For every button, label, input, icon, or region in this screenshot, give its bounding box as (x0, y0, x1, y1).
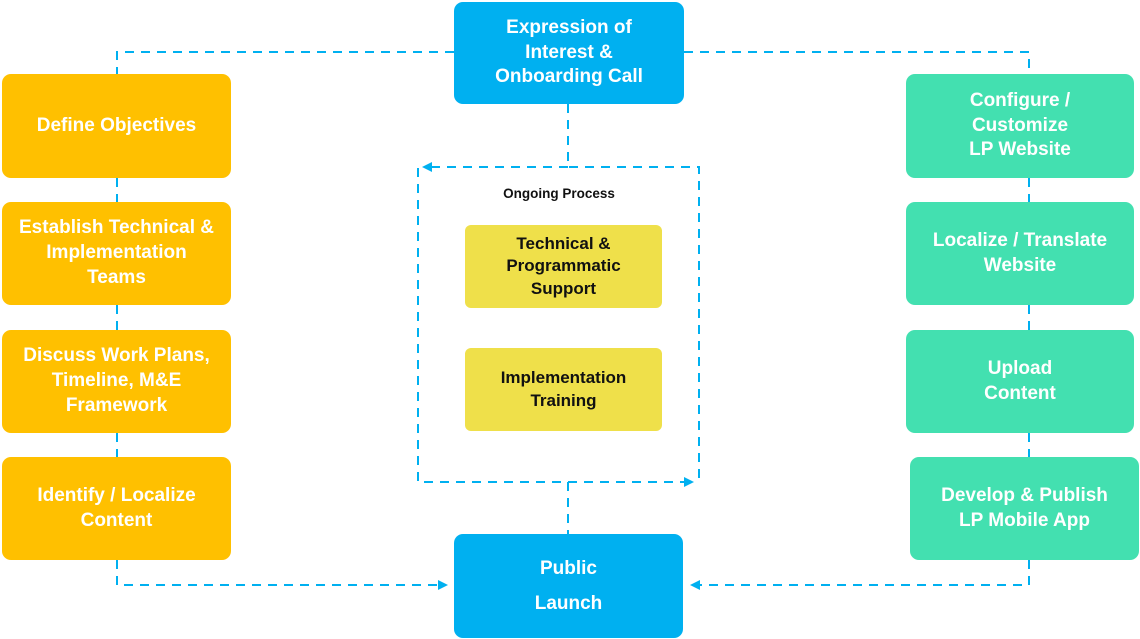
ongoing-item-implementation-training: Implementation Training (465, 348, 662, 431)
left-step-2: Establish Technical & Implementation Tea… (2, 202, 231, 305)
connector-right-to-launch (690, 560, 1030, 590)
connector-ongoing-left-side (417, 168, 694, 487)
left-step-label: Define Objectives (36, 114, 197, 136)
left-step-3: Discuss Work Plans, Timeline, M&E Framew… (2, 330, 231, 433)
right-step-label: Configure / Customize LP Website (969, 89, 1071, 161)
right-step-2: Localize / Translate Website (906, 202, 1134, 305)
connector-left-to-launch (116, 560, 448, 590)
left-step-label: Establish Technical & Implementation Tea… (19, 217, 214, 288)
end-node-label: Public Launch (534, 557, 603, 614)
right-step-label: Upload Content (984, 357, 1056, 404)
ongoing-item-label: Implementation Training (500, 368, 627, 410)
connector-start-to-right (684, 51, 1030, 74)
ongoing-item-technical-support: Technical & Programmatic Support (465, 225, 662, 308)
connector-start-to-left (116, 51, 454, 74)
right-step-4: Develop & Publish LP Mobile App (910, 457, 1139, 560)
right-step-label: Localize / Translate Website (932, 229, 1108, 276)
ongoing-process-title: Ongoing Process (503, 186, 615, 201)
right-step-3: Upload Content (906, 330, 1134, 433)
left-step-4: Identify / Localize Content (2, 457, 231, 560)
right-step-label: Develop & Publish LP Mobile App (941, 484, 1108, 531)
left-step-label: Identify / Localize Content (37, 484, 196, 531)
left-step-label: Discuss Work Plans, Timeline, M&E Framew… (23, 345, 210, 416)
ongoing-item-label: Technical & Programmatic Support (506, 234, 621, 298)
right-step-1: Configure / Customize LP Website (906, 74, 1134, 178)
start-node-label: Expression of Interest & Onboarding Call (495, 16, 643, 88)
end-node-public-launch: Public Launch (454, 534, 683, 638)
start-node-expression-of-interest: Expression of Interest & Onboarding Call (454, 2, 684, 104)
left-step-1: Define Objectives (2, 74, 231, 178)
